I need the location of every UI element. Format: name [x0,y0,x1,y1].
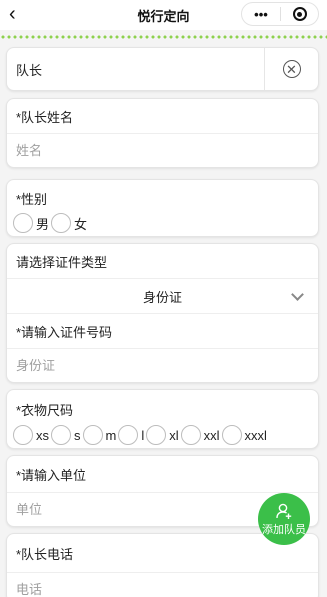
size-option-xl: xl [169,427,179,443]
phone-card: *队长电话 [6,533,319,597]
size-option-xxl: xxl [203,427,220,443]
size-radio-xl[interactable] [146,425,167,445]
close-program-button[interactable] [281,7,318,21]
delete-button[interactable]: ✕ [264,48,318,90]
captain-name-row [7,133,318,167]
size-radio-l[interactable] [118,425,139,445]
phone-input[interactable] [16,582,318,597]
size-radio-xs[interactable] [13,425,33,445]
gender-label: *性别 [16,191,48,207]
unit-label: *请输入单位 [16,467,87,483]
size-radio-s[interactable] [51,425,71,445]
id-number-label: *请输入证件号码 [16,324,113,340]
back-icon[interactable]: ‹ [9,3,16,25]
size-option-s: s [74,427,81,443]
size-option-xs: xs [36,427,49,443]
size-radio-m[interactable] [82,425,103,445]
size-option-m: m [105,427,117,443]
clothes-size-options: xs s m l xl xxl xxxl [7,424,318,446]
add-member-button[interactable]: 添加队员 [258,493,310,545]
mini-program-capsule: ••• [241,2,319,26]
clothes-size-label: *衣物尺码 [16,402,74,418]
id-number-input[interactable] [16,358,318,373]
captain-name-label: *队长姓名 [16,109,74,125]
add-member-label: 添加队员 [262,523,306,536]
navigation-bar: ‹ 悦行定向 ••• [0,0,327,30]
size-option-l: l [141,427,145,443]
captain-label: 队长 [16,62,43,78]
clothes-size-card: *衣物尺码 xs s m l xl xxl xxxl [6,389,319,449]
size-option-xxxl: xxxl [244,427,267,443]
gender-radio-male[interactable] [13,213,33,233]
captain-name-input[interactable] [16,143,318,158]
gender-option-female: 女 [74,216,88,232]
dotted-divider [0,34,327,40]
size-radio-xxxl[interactable] [221,425,242,445]
phone-row [7,572,318,597]
gender-options: 男 女 [7,212,318,234]
id-type-select[interactable]: 身份证 [7,278,318,314]
chevron-down-icon [291,288,304,301]
close-circle-icon: ✕ [282,60,301,78]
id-number-row [7,348,318,382]
id-type-selected: 身份证 [142,289,182,305]
gender-radio-female[interactable] [51,213,72,233]
page-title: 悦行定向 [137,8,190,24]
id-card: 请选择证件类型 身份证 *请输入证件号码 [6,243,319,383]
captain-name-card: *队长姓名 [6,98,319,168]
gender-option-male: 男 [36,216,50,232]
id-type-label: 请选择证件类型 [16,254,108,270]
captain-header-card: 队长 ✕ [6,47,319,91]
more-menu-icon[interactable]: ••• [242,7,280,22]
size-radio-xxl[interactable] [180,425,201,445]
add-user-icon [276,503,292,519]
gender-card: *性别 男 女 [6,179,319,237]
target-icon [292,7,307,21]
